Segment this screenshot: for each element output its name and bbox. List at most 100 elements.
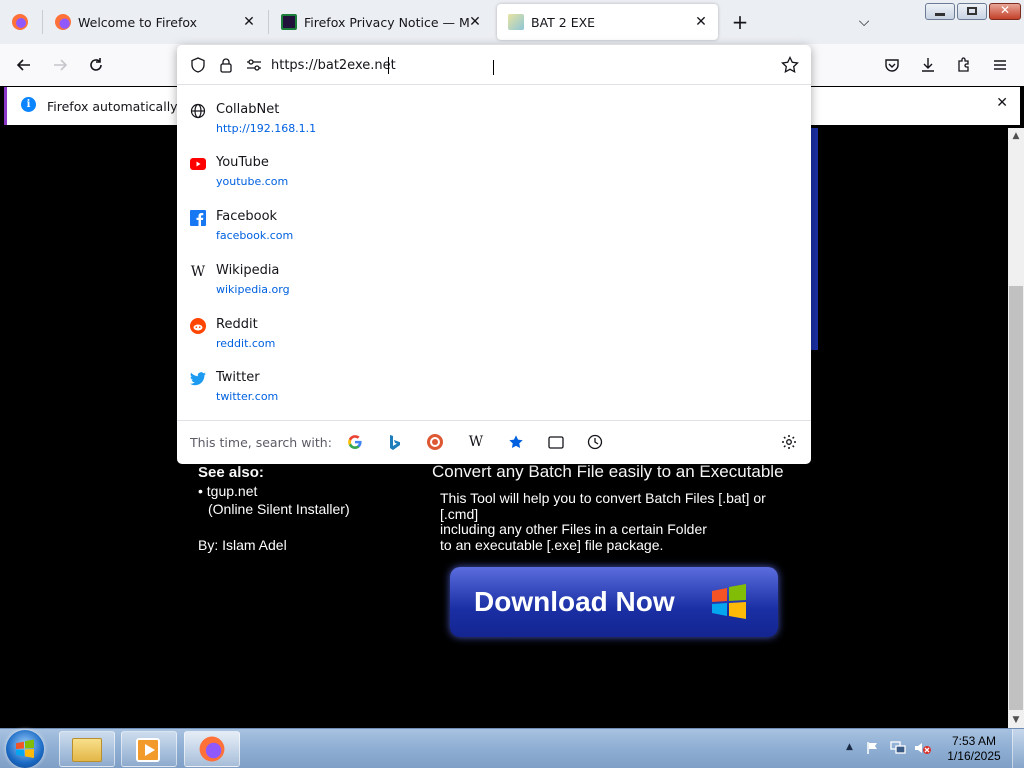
suggestion-item[interactable]: Reddit reddit.com (177, 312, 811, 364)
volume-muted-icon[interactable] (914, 741, 932, 755)
hamburger-menu-icon (994, 60, 1006, 70)
text-caret (388, 57, 389, 74)
see-also-link[interactable]: • tgup.net (198, 483, 257, 499)
permissions-sliders-icon (247, 59, 261, 71)
show-desktop-button[interactable] (1012, 729, 1024, 768)
see-also-heading: See also: (198, 464, 264, 481)
download-now-button[interactable]: Download Now (450, 567, 778, 637)
reload-icon (90, 58, 102, 71)
suggestion-url: wikipedia.org (216, 283, 290, 296)
tab-title: BAT 2 EXE (531, 14, 596, 30)
firefox-view-button[interactable] (6, 8, 34, 36)
see-also-description: (Online Silent Installer) (208, 501, 350, 517)
suggestion-url: twitter.com (216, 390, 279, 403)
restore-button[interactable] (957, 3, 987, 20)
reload-button[interactable] (82, 51, 110, 79)
tab-close-icon[interactable]: ✕ (240, 13, 258, 31)
taskbar-firefox[interactable] (184, 731, 240, 767)
taskbar-clock[interactable]: 7:53 AM 1/16/2025 (938, 734, 1010, 764)
mozilla-favicon-icon (281, 14, 297, 30)
search-with-label: This time, search with: (190, 435, 332, 450)
search-settings-gear-icon[interactable] (778, 431, 800, 453)
pocket-icon (885, 59, 899, 72)
taskbar-media-player[interactable] (121, 731, 177, 767)
suggestion-item[interactable]: Facebook facebook.com (177, 204, 811, 256)
suggestion-item[interactable]: Twitter twitter.com (177, 365, 811, 417)
firefox-favicon-icon (55, 14, 71, 30)
scroll-down-arrow-icon[interactable]: ▼ (1008, 712, 1024, 728)
minimize-icon (935, 13, 945, 16)
tab-strip: Welcome to Firefox ✕ Firefox Privacy Not… (0, 0, 1024, 44)
app-menu-button[interactable] (986, 51, 1014, 79)
page-frame-border (810, 128, 818, 350)
globe-icon (190, 103, 206, 119)
forward-arrow-icon (54, 59, 68, 71)
network-icon[interactable] (890, 741, 906, 755)
firefox-logo-icon (12, 14, 28, 30)
description-line: to an executable [.exe] file package. (440, 537, 664, 553)
windows-logo-icon (712, 584, 746, 619)
suggestion-url: facebook.com (216, 229, 294, 242)
minimize-button[interactable] (925, 3, 955, 20)
download-now-label: Download Now (474, 586, 675, 617)
bing-icon[interactable] (384, 431, 406, 453)
action-center-flag-icon[interactable] (866, 741, 880, 755)
suggestion-title: CollabNet (216, 102, 280, 117)
suggestion-title: Facebook (216, 209, 278, 224)
description-line: This Tool will help you to convert Batch… (440, 490, 766, 506)
lock-icon (220, 58, 232, 73)
youtube-icon (190, 156, 206, 172)
wikipedia-icon[interactable]: W (465, 431, 487, 453)
forward-button[interactable] (46, 51, 74, 79)
tracking-protection-button[interactable] (184, 51, 212, 79)
bookmark-star-button[interactable] (776, 51, 804, 79)
google-icon[interactable] (344, 431, 366, 453)
tab-bat-2-exe[interactable]: BAT 2 EXE ✕ (497, 4, 718, 40)
site-security-button[interactable] (212, 51, 240, 79)
firefox-logo-icon (199, 736, 225, 762)
author-line: By: Islam Adel (198, 537, 287, 553)
url-input[interactable] (271, 55, 571, 75)
back-button[interactable] (10, 51, 38, 79)
show-hidden-icons-button[interactable]: ▲ (846, 742, 853, 752)
suggestion-item[interactable]: CollabNet http://192.168.1.1 (177, 97, 811, 149)
puzzle-piece-icon (958, 57, 969, 72)
shield-icon (191, 57, 205, 73)
info-icon: i (21, 97, 36, 112)
start-button[interactable] (6, 730, 44, 768)
facebook-icon (190, 210, 206, 226)
close-icon: ✕ (999, 3, 1011, 17)
bookmarks-star-icon[interactable] (505, 431, 527, 453)
reddit-icon (190, 318, 206, 334)
suggestion-item[interactable]: W Wikipedia wikipedia.org (177, 258, 811, 310)
suggestion-item[interactable]: YouTube youtube.com (177, 150, 811, 202)
pocket-button[interactable] (878, 51, 906, 79)
tabs-icon[interactable] (545, 431, 567, 453)
text-cursor-icon (493, 60, 495, 75)
address-bar-dropdown: CollabNet http://192.168.1.1 YouTube you… (177, 45, 811, 464)
permissions-button[interactable] (240, 51, 268, 79)
plus-icon: + (731, 10, 749, 34)
star-icon (781, 56, 799, 74)
suggestion-title: YouTube (216, 155, 269, 170)
notification-close-icon[interactable]: ✕ (996, 95, 1008, 111)
page-scrollbar[interactable]: ▲ ▼ (1008, 128, 1024, 728)
extensions-button[interactable] (950, 51, 978, 79)
window-close-button[interactable]: ✕ (989, 3, 1021, 20)
tab-close-icon[interactable]: ✕ (466, 13, 484, 31)
list-all-tabs-button[interactable]: ⌵ (850, 8, 878, 36)
suggestion-url: youtube.com (216, 175, 289, 188)
restore-icon (967, 7, 977, 15)
history-clock-icon[interactable] (584, 431, 606, 453)
new-tab-button[interactable]: + (726, 8, 754, 36)
tab-firefox-privacy-notice[interactable]: Firefox Privacy Notice — Mozill ✕ (270, 4, 492, 40)
scrollbar-thumb[interactable] (1009, 286, 1023, 710)
download-icon (922, 58, 934, 72)
tab-close-icon[interactable]: ✕ (692, 13, 710, 31)
duckduckgo-icon[interactable] (424, 431, 446, 453)
tab-welcome-to-firefox[interactable]: Welcome to Firefox ✕ (44, 4, 266, 40)
downloads-button[interactable] (914, 51, 942, 79)
suggestion-title: Reddit (216, 317, 258, 332)
taskbar-file-explorer[interactable] (59, 731, 115, 767)
scroll-up-arrow-icon[interactable]: ▲ (1008, 128, 1024, 144)
